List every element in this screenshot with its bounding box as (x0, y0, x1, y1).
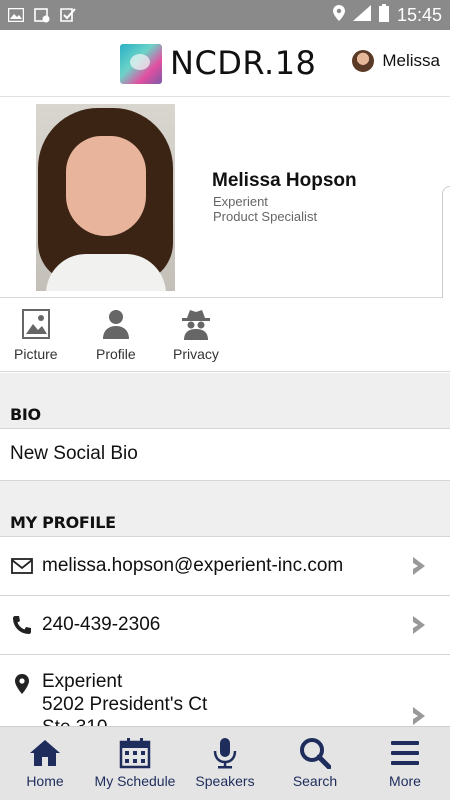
nav-speakers[interactable]: Speakers (180, 727, 270, 800)
user-menu[interactable]: Melissa (352, 50, 440, 72)
home-icon (30, 740, 60, 766)
picture-icon (21, 309, 50, 339)
email-text: melissa.hopson@experient-inc.com (42, 555, 344, 576)
bio-header: BIO (10, 405, 41, 424)
address-line-1: Experient (42, 671, 123, 692)
address-row[interactable]: Experient 5202 President's Ct Ste 310 (0, 655, 450, 735)
picture-label: Picture (14, 346, 58, 362)
nav-search-label: Search (292, 773, 338, 789)
chevron-right-icon (413, 707, 425, 725)
privacy-button[interactable]: Privacy (173, 308, 219, 362)
chevron-right-icon (413, 616, 425, 634)
battery-icon (378, 3, 389, 27)
nav-home[interactable]: Home (0, 727, 90, 800)
search-icon (300, 738, 331, 769)
nav-more[interactable]: More (360, 727, 450, 800)
profile-button[interactable]: Profile (96, 308, 136, 362)
profile-actions: Picture Profile Privacy (0, 298, 450, 372)
profile-card: Melissa Hopson Experient Product Special… (0, 98, 450, 298)
calendar-icon (119, 738, 151, 769)
phone-icon (13, 616, 31, 634)
mail-icon (11, 558, 33, 574)
avatar (352, 50, 375, 72)
address-line-2: 5202 President's Ct (42, 694, 208, 715)
picture-button[interactable]: Picture (14, 308, 58, 362)
status-bar: 15:45 (0, 0, 450, 30)
my-profile-section-header: MY PROFILE (0, 503, 450, 537)
signal-icon (352, 4, 371, 26)
nav-my-schedule-label: My Schedule (94, 773, 176, 789)
nav-my-schedule[interactable]: My Schedule (90, 727, 180, 800)
nav-search[interactable]: Search (270, 727, 360, 800)
event-logo[interactable] (120, 44, 162, 84)
phone-text: 240-439-2306 (42, 614, 161, 635)
phone-row[interactable]: 240-439-2306 (0, 596, 450, 655)
bio-section-header: BIO (0, 395, 450, 429)
menu-icon (391, 741, 419, 765)
nav-more-label: More (389, 773, 421, 789)
profile-company: Experient (213, 194, 268, 209)
app-title: NCDR.18 (170, 44, 317, 82)
image-icon (8, 7, 24, 23)
nav-home-label: Home (26, 773, 64, 789)
profile-label: Profile (96, 346, 136, 362)
user-name: Melissa (382, 51, 440, 70)
bottom-nav: Home My Schedule Speakers Search More (0, 726, 450, 800)
calendar-clock-icon (34, 7, 50, 23)
check-box-icon (60, 7, 76, 23)
spy-icon (181, 310, 210, 340)
bio-row[interactable]: New Social Bio (0, 429, 450, 481)
person-icon (102, 310, 129, 339)
profile-photo (36, 104, 175, 291)
chevron-right-icon (413, 557, 425, 575)
microphone-icon (213, 738, 237, 769)
privacy-label: Privacy (173, 346, 219, 362)
location-icon (332, 4, 345, 26)
app-header: NCDR.18 Melissa (0, 30, 450, 97)
profile-name: Melissa Hopson (212, 170, 357, 191)
nav-speakers-label: Speakers (195, 773, 255, 789)
my-profile-header: MY PROFILE (10, 513, 116, 532)
email-row[interactable]: melissa.hopson@experient-inc.com (0, 537, 450, 596)
profile-job-title: Product Specialist (213, 209, 318, 224)
location-pin-icon (15, 674, 29, 694)
bio-text: New Social Bio (10, 443, 138, 464)
status-time: 15:45 (396, 4, 442, 25)
